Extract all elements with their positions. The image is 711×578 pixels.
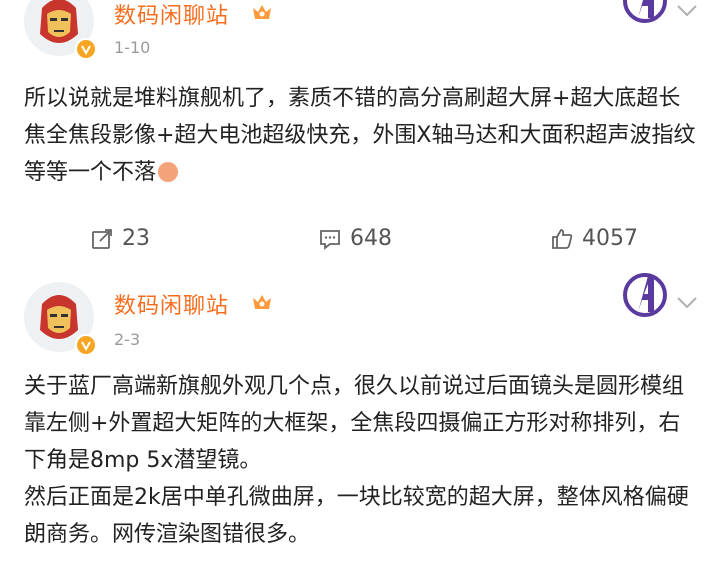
post-body: 所以说就是堆料旗舰机了，素质不错的高分高刷超大屏+超大底超长焦全焦段影像+超大电… [24, 80, 696, 191]
post-text: 所以说就是堆料旗舰机了，素质不错的高分高刷超大屏+超大底超长焦全焦段影像+超大电… [24, 86, 696, 185]
face-emoji-icon [158, 162, 179, 182]
comment-button[interactable]: 648 [318, 226, 392, 251]
post-paragraph: 关于蓝厂高端新旗舰外观几个点，很久以前说过后面镜头是圆形模组靠左侧+外置超大矩阵… [24, 374, 685, 473]
comment-count: 648 [350, 226, 392, 251]
verified-badge-icon [75, 38, 97, 60]
post-2: 数码闲聊站 2-3 关于蓝厂高端新旗舰外观几个点，很久以前说过后面镜头是圆形模组… [0, 270, 711, 578]
post-body: 关于蓝厂高端新旗舰外观几个点，很久以前说过后面镜头是圆形模组靠左侧+外置超大矩阵… [24, 368, 696, 553]
author-name[interactable]: 数码闲聊站 [114, 288, 229, 320]
action-bar: 23 648 4057 [0, 226, 711, 258]
chevron-down-icon[interactable] [676, 4, 698, 18]
avengers-logo-icon [623, 273, 667, 317]
comment-icon [320, 229, 340, 250]
like-button[interactable]: 4057 [550, 226, 638, 251]
crown-icon [253, 5, 271, 19]
verified-badge-icon [75, 334, 97, 356]
like-icon [552, 228, 573, 249]
repost-button[interactable]: 23 [90, 226, 150, 251]
author-name[interactable]: 数码闲聊站 [114, 0, 229, 30]
repost-icon [92, 228, 112, 249]
chevron-down-icon[interactable] [676, 296, 698, 310]
post-date: 2-3 [114, 330, 141, 349]
crown-icon [253, 295, 271, 309]
post-date: 1-10 [114, 38, 151, 57]
post-1: 数码闲聊站 1-10 所以说就是堆料旗舰机了，素质不错的高分高刷超大屏+超大底超… [0, 0, 711, 270]
post-paragraph: 然后正面是2k居中单孔微曲屏，一块比较宽的超大屏，整体风格偏硬朗商务。网传渲染图… [24, 485, 689, 547]
repost-count: 23 [122, 226, 150, 251]
avengers-logo-icon [623, 0, 667, 23]
like-count: 4057 [582, 226, 638, 251]
